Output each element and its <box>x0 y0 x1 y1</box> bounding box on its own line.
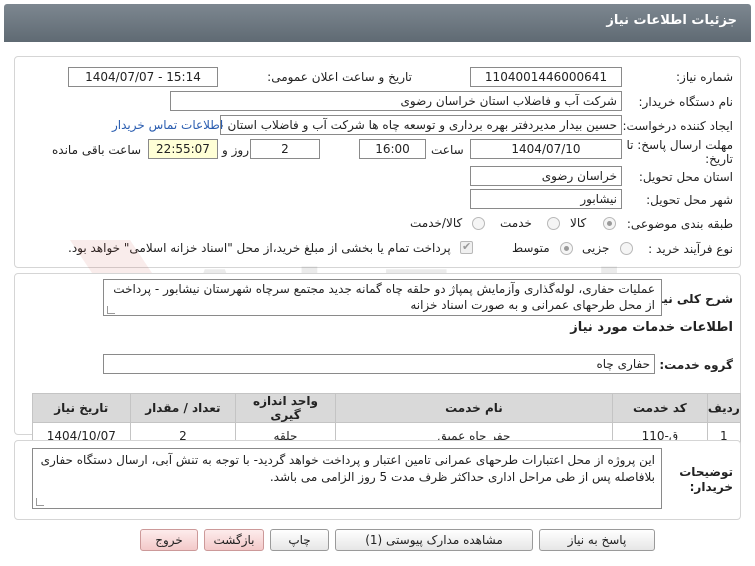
process-option-medium: متوسط <box>512 241 550 255</box>
category-label: طبقه بندی موضوعی: <box>626 217 733 231</box>
need-info-panel <box>14 56 741 268</box>
treasury-payment-note: پرداخت تمام یا بخشی از مبلغ خرید،از محل … <box>68 241 451 255</box>
print-button[interactable]: چاپ <box>270 529 329 551</box>
buyer-org-label: نام دستگاه خریدار: <box>638 95 734 109</box>
buyer-notes-label-2: خریدار: <box>689 480 733 494</box>
creator-label: ایجاد کننده درخواست: <box>622 119 733 133</box>
deadline-time-label: ساعت <box>431 143 464 157</box>
services-section-title: اطلاعات خدمات مورد نیاز <box>570 320 733 335</box>
service-group-label: گروه خدمت: <box>659 358 733 372</box>
page-header: جزئیات اطلاعات نیاز <box>4 4 751 42</box>
province-field[interactable]: خراسان رضوی <box>470 166 622 186</box>
city-label: شهر محل تحویل: <box>646 193 733 207</box>
view-attachments-button[interactable]: مشاهده مدارک پیوستی (1) <box>335 529 533 551</box>
category-radio-both[interactable] <box>472 217 485 230</box>
category-radio-goods[interactable] <box>603 217 616 230</box>
buyer-contact-link[interactable]: اطلاعات تماس خریدار <box>112 118 223 132</box>
col-quantity: تعداد / مقدار <box>129 393 237 423</box>
announce-date-field[interactable]: 1404/07/07 - 15:14 <box>68 67 218 87</box>
city-field[interactable]: نیشابور <box>470 189 622 209</box>
category-option-goods: کالا <box>570 216 587 230</box>
description-textarea[interactable]: عملیات حفاری، لوله‌گذاری وآزمایش پمپاژ د… <box>103 279 662 316</box>
need-number-field[interactable]: 1104001446000641 <box>470 67 622 87</box>
back-button[interactable]: بازگشت <box>204 529 264 551</box>
col-need-date: تاریخ نیاز <box>32 393 131 423</box>
buyer-org-field[interactable]: شرکت آب و فاضلاب استان خراسان رضوی <box>170 91 622 111</box>
days-label: روز و <box>222 143 249 157</box>
process-option-minor: جزیی <box>582 241 610 255</box>
buyer-notes-label: توضیحات <box>679 465 733 479</box>
deadline-time-field[interactable]: 16:00 <box>359 139 426 159</box>
col-service-code: کد خدمت <box>612 393 708 423</box>
service-group-field[interactable]: حفاری چاه <box>103 354 655 374</box>
services-table-header: ردیف کد خدمت نام خدمت واحد اندازه گیری ت… <box>32 393 742 423</box>
process-radio-medium[interactable] <box>560 242 573 255</box>
remaining-days-field[interactable]: 2 <box>250 139 320 159</box>
resize-grip-icon[interactable] <box>36 498 44 506</box>
col-unit: واحد اندازه گیری <box>235 393 336 423</box>
category-radio-service[interactable] <box>547 217 560 230</box>
reply-button[interactable]: پاسخ به نیاز <box>539 529 655 551</box>
deadline-label-date: تاریخ: <box>705 152 733 166</box>
treasury-payment-checkbox[interactable] <box>460 240 473 254</box>
exit-button[interactable]: خروج <box>140 529 198 551</box>
province-label: استان محل تحویل: <box>638 170 733 184</box>
col-service-name: نام خدمت <box>334 393 614 423</box>
remaining-time-label: ساعت باقی مانده <box>52 143 142 157</box>
deadline-label: مهلت ارسال پاسخ: تا <box>626 138 733 152</box>
category-option-service: خدمت <box>500 216 532 230</box>
buyer-notes-textarea[interactable]: این پروژه از محل اعتبارات طرحهای عمرانی … <box>32 448 662 509</box>
category-option-both: کالا/خدمت <box>410 216 463 230</box>
resize-grip-icon[interactable] <box>107 306 115 314</box>
deadline-date-field[interactable]: 1404/07/10 <box>470 139 622 159</box>
process-label: نوع فرآیند خرید : <box>648 242 733 256</box>
remaining-time-field: 22:55:07 <box>148 139 218 159</box>
process-radio-minor[interactable] <box>620 242 633 255</box>
creator-field[interactable]: حسین بیدار مدیردفتر بهره برداری و توسعه … <box>220 115 622 135</box>
col-row: ردیف <box>706 393 742 423</box>
page-title: جزئیات اطلاعات نیاز <box>606 13 737 28</box>
need-number-label: شماره نیاز: <box>676 70 733 84</box>
announce-date-label: تاریخ و ساعت اعلان عمومی: <box>267 70 412 84</box>
